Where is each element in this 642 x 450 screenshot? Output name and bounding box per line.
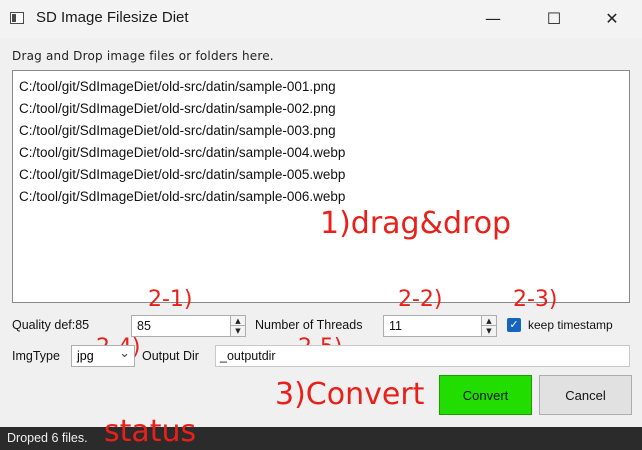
maximize-icon[interactable]: ☐ [540,6,568,30]
close-icon[interactable]: ✕ [598,6,626,30]
threads-spin-arrows[interactable]: ▲ ▼ [481,316,496,336]
keep-timestamp-checkbox[interactable]: ✓ [507,318,521,332]
cancel-button[interactable]: Cancel [539,375,632,415]
app-icon [10,12,24,24]
status-text: Droped 6 files. [7,431,88,445]
chevron-down-icon[interactable]: ⌄ [119,346,130,361]
quality-value[interactable]: 85 [137,319,151,333]
output-dir-label: Output Dir [142,349,199,363]
spin-up-icon[interactable]: ▲ [482,316,496,326]
threads-spinbox[interactable]: 11 ▲ ▼ [383,315,497,337]
annotation-timestamp: 2-3) [513,287,558,312]
list-item[interactable]: C:/tool/git/SdImageDiet/old-src/datin/sa… [19,145,345,160]
minimize-icon[interactable]: — [479,6,507,30]
drop-instruction: Drag and Drop image files or folders her… [12,49,274,63]
quality-spinbox[interactable]: 85 ▲ ▼ [131,315,246,337]
quality-label: Quality def:85 [12,318,90,332]
annotation-convert: 3)Convert [275,377,425,412]
window-title: SD Image Filesize Diet [36,9,189,26]
imgtype-label: ImgType [12,349,60,363]
output-dir-field[interactable]: _outputdir [215,345,630,367]
list-item[interactable]: C:/tool/git/SdImageDiet/old-src/datin/sa… [19,189,345,204]
annotation-quality: 2-1) [148,287,193,312]
spin-up-icon[interactable]: ▲ [231,316,245,326]
status-bar [0,427,642,450]
output-dir-value[interactable]: _outputdir [220,349,276,363]
spin-down-icon[interactable]: ▼ [231,326,245,336]
file-drop-list[interactable]: C:/tool/git/SdImageDiet/old-src/datin/sa… [12,70,630,303]
imgtype-select[interactable]: jpg ⌄ [71,345,135,367]
annotation-status: status [104,414,197,449]
annotation-threads: 2-2) [398,287,443,312]
annotation-drag-drop: 1)drag&drop [320,206,512,241]
threads-label: Number of Threads [255,318,363,332]
list-item[interactable]: C:/tool/git/SdImageDiet/old-src/datin/sa… [19,123,336,138]
spin-down-icon[interactable]: ▼ [482,326,496,336]
list-item[interactable]: C:/tool/git/SdImageDiet/old-src/datin/sa… [19,167,345,182]
imgtype-value[interactable]: jpg [77,349,94,363]
list-item[interactable]: C:/tool/git/SdImageDiet/old-src/datin/sa… [19,79,336,94]
keep-timestamp-label: keep timestamp [528,318,613,332]
convert-button[interactable]: Convert [439,375,532,415]
list-item[interactable]: C:/tool/git/SdImageDiet/old-src/datin/sa… [19,101,336,116]
quality-spin-arrows[interactable]: ▲ ▼ [230,316,245,336]
threads-value[interactable]: 11 [389,319,402,333]
